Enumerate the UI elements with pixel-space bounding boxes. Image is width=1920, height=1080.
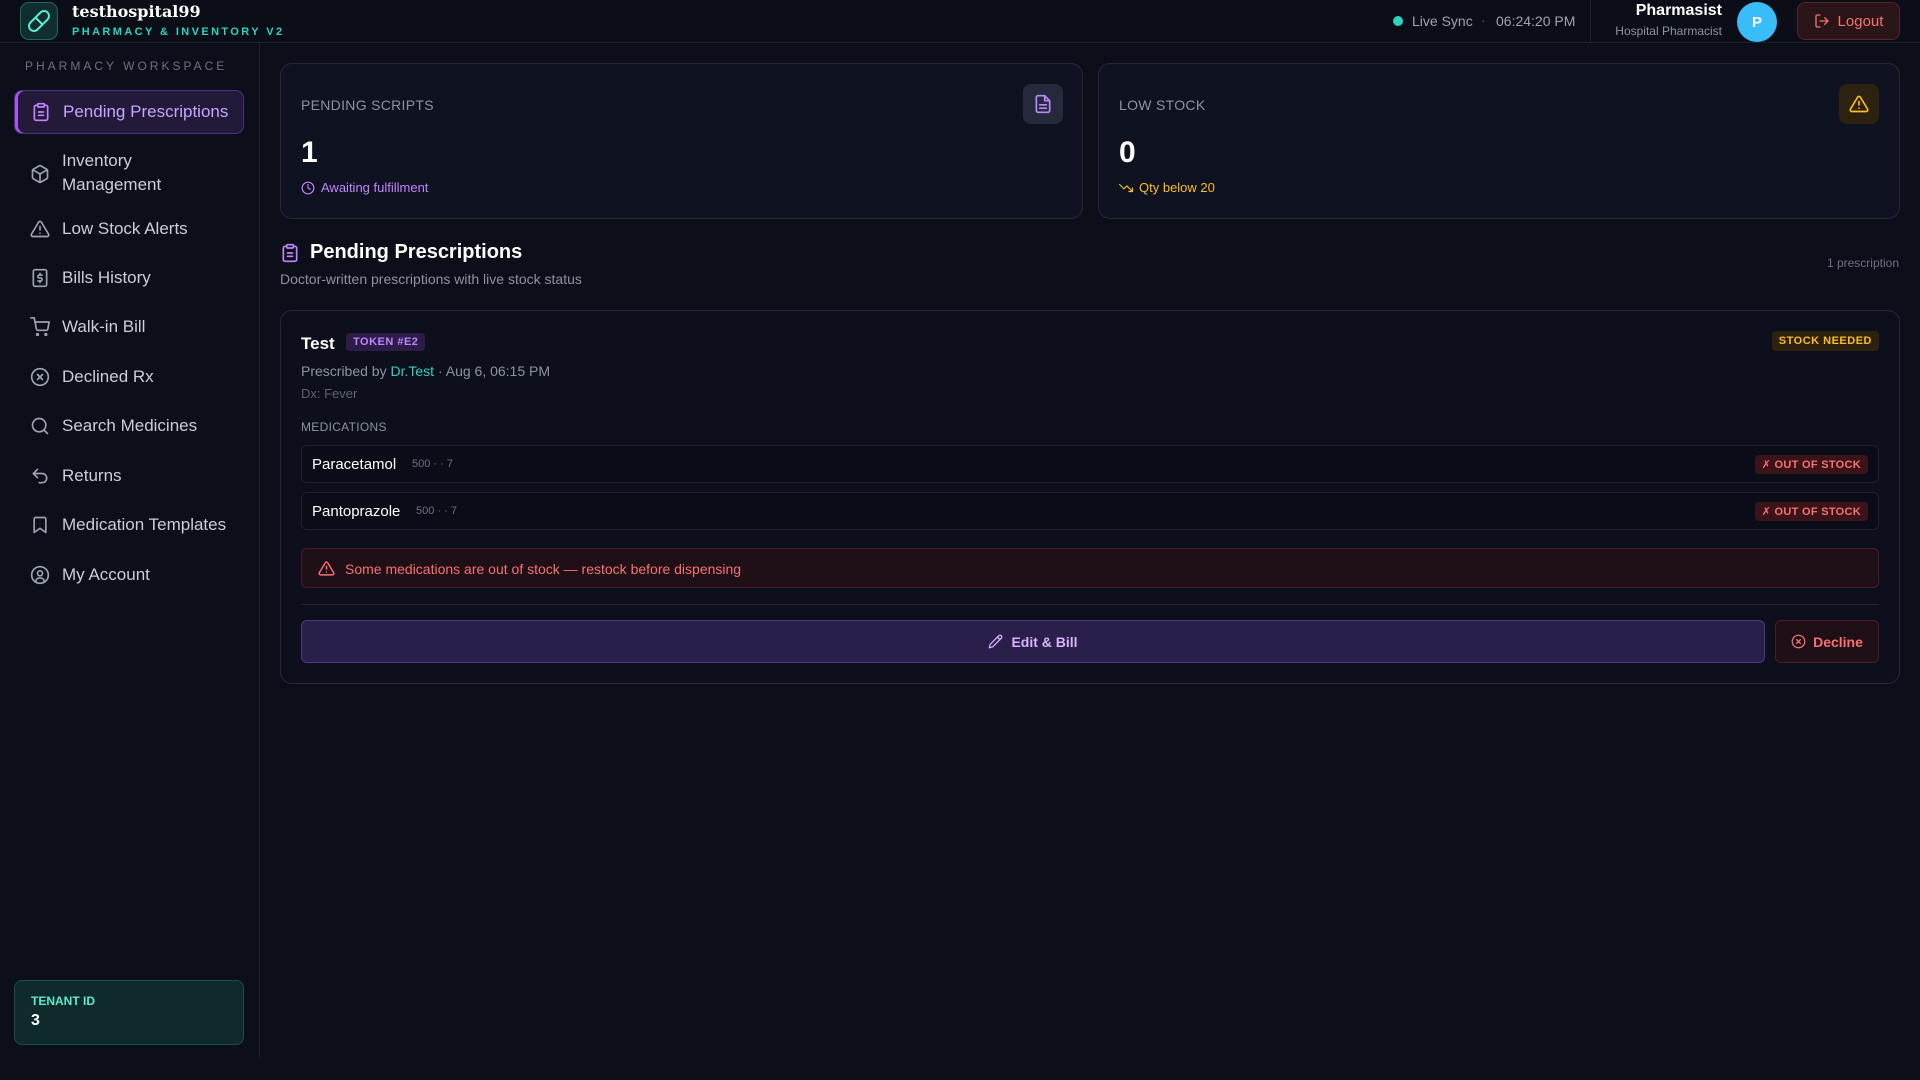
sidebar-item-inventory-management[interactable]: Inventory Management [14, 147, 244, 201]
pending-scripts-card: PENDING SCRIPTS 1 Awaiting fulfillment [280, 63, 1083, 219]
stat-note-text: Qty below 20 [1139, 180, 1215, 195]
logout-button[interactable]: Logout [1797, 2, 1900, 40]
sidebar-item-pending-prescriptions[interactable]: Pending Prescriptions [14, 90, 244, 134]
alert-triangle-icon [30, 219, 50, 239]
logout-icon [1814, 13, 1830, 29]
sidebar-item-label: Low Stock Alerts [62, 219, 188, 238]
user-circle-icon [30, 565, 50, 585]
pencil-icon [988, 634, 1003, 649]
sidebar-item-label: Walk-in Bill [62, 317, 146, 336]
top-bar: testhospital99 PHARMACY & INVENTORY V2 L… [0, 0, 1920, 43]
doctor-name: Dr.Test [390, 363, 435, 379]
medication-dose: 500 · · 7 [412, 458, 453, 470]
pill-icon[interactable] [20, 2, 58, 40]
sidebar: PHARMACY WORKSPACE Pending Prescriptions… [0, 43, 260, 1057]
sidebar-item-label: Search Medicines [62, 416, 198, 435]
live-sync-indicator [1393, 16, 1403, 26]
clock-icon [301, 181, 315, 195]
hospital-name: testhospital99 [72, 2, 201, 21]
medication-dose: 500 · · 7 [416, 505, 457, 517]
stat-note: Qty below 20 [1119, 180, 1215, 195]
token-badge: TOKEN #E2 [346, 333, 426, 351]
stat-title: LOW STOCK [1119, 97, 1206, 113]
sidebar-item-label: Bills History [62, 268, 151, 287]
sidebar-item-medication-templates[interactable]: Medication Templates [14, 507, 244, 543]
sidebar-item-bills-history[interactable]: Bills History [14, 260, 244, 296]
header-separator: · [1481, 12, 1486, 28]
decline-label: Decline [1813, 633, 1863, 650]
search-icon [30, 416, 50, 436]
prescribed-by-label: Prescribed by [301, 363, 387, 379]
trending-down-icon [1119, 181, 1133, 195]
live-sync-label: Live Sync [1412, 13, 1473, 29]
x-circle-icon [30, 367, 50, 387]
bookmark-icon [30, 515, 50, 535]
tenant-id-label: TENANT ID [31, 994, 95, 1008]
app-subtitle: PHARMACY & INVENTORY V2 [72, 26, 285, 38]
alert-triangle-icon [318, 560, 335, 577]
status-badge: STOCK NEEDED [1771, 331, 1879, 351]
package-icon [30, 164, 50, 184]
card-divider [301, 604, 1879, 605]
sidebar-item-declined-rx[interactable]: Declined Rx [14, 359, 244, 395]
stat-title: PENDING SCRIPTS [301, 97, 434, 113]
decline-button[interactable]: Decline [1775, 620, 1879, 663]
header-divider [1590, 0, 1591, 43]
user-name: Pharmasist [1635, 2, 1722, 19]
x-circle-icon [1791, 634, 1806, 649]
sidebar-item-returns[interactable]: Returns [14, 458, 244, 494]
sidebar-item-my-account[interactable]: My Account [14, 557, 244, 593]
sidebar-item-label: Medication Templates [62, 515, 227, 534]
prescription-date: · Aug 6, 06:15 PM [437, 363, 551, 379]
stock-warning-banner: Some medications are out of stock — rest… [301, 548, 1879, 588]
user-role: Hospital Pharmacist [1615, 24, 1722, 38]
medication-name: Paracetamol [312, 456, 397, 473]
medication-name: Pantoprazole [312, 503, 401, 520]
stat-note: Awaiting fulfillment [301, 180, 428, 195]
prescription-meta: Prescribed by Dr.Test · Aug 6, 06:15 PM [301, 363, 550, 379]
receipt-icon [30, 268, 50, 288]
sidebar-heading: PHARMACY WORKSPACE [25, 59, 228, 73]
sidebar-item-label: Inventory Management [62, 151, 162, 194]
medications-label: MEDICATIONS [301, 420, 387, 434]
tenant-id-box: TENANT ID 3 [14, 980, 244, 1045]
alert-triangle-icon [1839, 84, 1879, 124]
sidebar-item-low-stock-alerts[interactable]: Low Stock Alerts [14, 211, 244, 247]
medication-row: Pantoprazole 500 · · 7 ✗ OUT OF STOCK [301, 492, 1879, 530]
edit-and-bill-button[interactable]: Edit & Bill [301, 620, 1765, 663]
sidebar-item-search-medicines[interactable]: Search Medicines [14, 408, 244, 444]
sidebar-item-label: My Account [62, 565, 150, 584]
file-text-icon [1023, 84, 1063, 124]
out-of-stock-badge: ✗ OUT OF STOCK [1754, 455, 1868, 474]
clipboard-icon [31, 102, 51, 122]
tenant-id-value: 3 [31, 1012, 40, 1029]
stat-value: 1 [301, 136, 318, 169]
medication-row: Paracetamol 500 · · 7 ✗ OUT OF STOCK [301, 445, 1879, 483]
diagnosis: Dx: Fever [301, 386, 358, 401]
logout-label: Logout [1837, 12, 1884, 30]
sidebar-item-label: Returns [62, 466, 122, 485]
edit-and-bill-label: Edit & Bill [1011, 633, 1078, 650]
sidebar-item-label: Declined Rx [62, 367, 154, 386]
patient-name: Test [301, 334, 335, 353]
warning-text: Some medications are out of stock — rest… [345, 561, 742, 577]
clipboard-icon [280, 243, 300, 263]
page-title: Pending Prescriptions [310, 241, 523, 263]
undo-icon [30, 466, 50, 486]
avatar-initial: P [1751, 13, 1762, 31]
clock-time: 06:24:20 PM [1496, 13, 1576, 29]
stat-note-text: Awaiting fulfillment [321, 180, 429, 195]
stat-value: 0 [1119, 136, 1136, 169]
sidebar-item-label: Pending Prescriptions [63, 102, 229, 121]
low-stock-card: LOW STOCK 0 Qty below 20 [1098, 63, 1900, 219]
prescription-card: Test TOKEN #E2 STOCK NEEDED Prescribed b… [280, 310, 1900, 684]
prescription-count: 1 prescription [1826, 256, 1899, 270]
out-of-stock-badge: ✗ OUT OF STOCK [1754, 502, 1868, 521]
sidebar-item-walk-in-bill[interactable]: Walk-in Bill [14, 309, 244, 345]
avatar[interactable]: P [1737, 2, 1777, 42]
cart-icon [30, 317, 50, 337]
page-subtitle: Doctor-written prescriptions with live s… [280, 271, 582, 287]
